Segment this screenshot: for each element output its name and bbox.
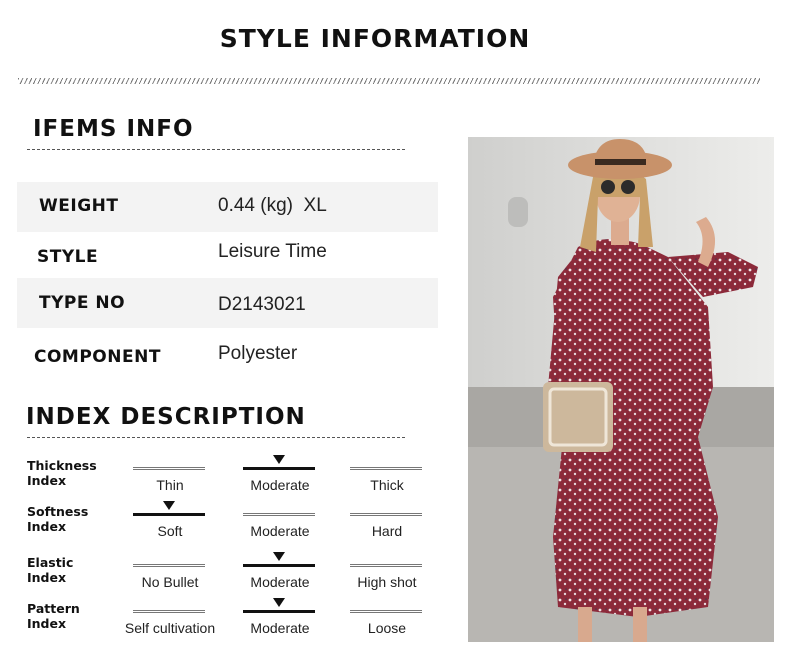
index-label-line: Softness (27, 504, 89, 519)
scale-bar (133, 564, 205, 567)
index-option-label: High shot (357, 574, 417, 590)
scale-bar (133, 467, 205, 470)
index-option-label: Hard (371, 523, 403, 539)
scale-bar (133, 513, 205, 516)
info-value: 0.44 (kg) XL (218, 195, 327, 216)
index-label-line: Elastic (27, 555, 74, 570)
index-option-label: Thin (156, 477, 184, 493)
scale-bar (243, 610, 315, 613)
info-row-component: COMPONENT Polyester (17, 330, 438, 380)
index-label-line: Index (27, 570, 67, 585)
selected-marker-icon (273, 455, 285, 464)
index-option-label: Moderate (250, 620, 310, 636)
product-photo (468, 137, 774, 642)
items-info-heading: IFEMS INFO (33, 116, 194, 142)
index-label: Thickness Index (27, 458, 127, 488)
scale-bar (243, 513, 315, 516)
info-value: Leisure Time (218, 241, 327, 262)
scale-bar (243, 564, 315, 567)
index-label-line: Index (27, 473, 67, 488)
info-row-weight: WEIGHT 0.44 (kg) XL (17, 182, 438, 232)
index-description-heading: INDEX DESCRIPTION (26, 404, 306, 430)
selected-marker-icon (163, 501, 175, 510)
index-option-label: No Bullet (141, 574, 199, 590)
index-label-line: Index (27, 616, 67, 631)
items-info-divider (27, 149, 405, 150)
info-label: STYLE (37, 247, 99, 267)
page-title: STYLE INFORMATION (219, 24, 531, 53)
scale-bar (350, 564, 422, 567)
header-divider (18, 78, 760, 84)
scale-bar (133, 610, 205, 613)
info-label: COMPONENT (34, 347, 161, 367)
info-label: WEIGHT (39, 196, 119, 216)
index-option-label: Self cultivation (124, 620, 216, 636)
index-option-label: Loose (367, 620, 407, 636)
scale-bar (243, 467, 315, 470)
scale-bar (350, 610, 422, 613)
index-label-line: Thickness (27, 458, 97, 473)
info-value: Polyester (218, 343, 298, 364)
index-label-line: Index (27, 519, 67, 534)
model-in-dress-image (468, 137, 774, 642)
scale-bar (350, 513, 422, 516)
index-option-label: Thick (370, 477, 404, 493)
index-label: Elastic Index (27, 555, 127, 585)
info-label: TYPE NO (39, 293, 126, 313)
index-description-divider (27, 437, 405, 438)
index-label: Softness Index (27, 504, 127, 534)
selected-marker-icon (273, 598, 285, 607)
index-option-label: Moderate (250, 523, 310, 539)
index-option-label: Soft (157, 523, 183, 539)
index-option-label: Moderate (250, 477, 310, 493)
index-label-line: Pattern (27, 601, 80, 616)
scale-bar (350, 467, 422, 470)
index-option-label: Moderate (250, 574, 310, 590)
selected-marker-icon (273, 552, 285, 561)
index-label: Pattern Index (27, 601, 127, 631)
info-row-style: STYLE Leisure Time (17, 232, 438, 282)
info-value: D2143021 (218, 294, 306, 315)
info-row-type-no: TYPE NO D2143021 (17, 278, 438, 328)
